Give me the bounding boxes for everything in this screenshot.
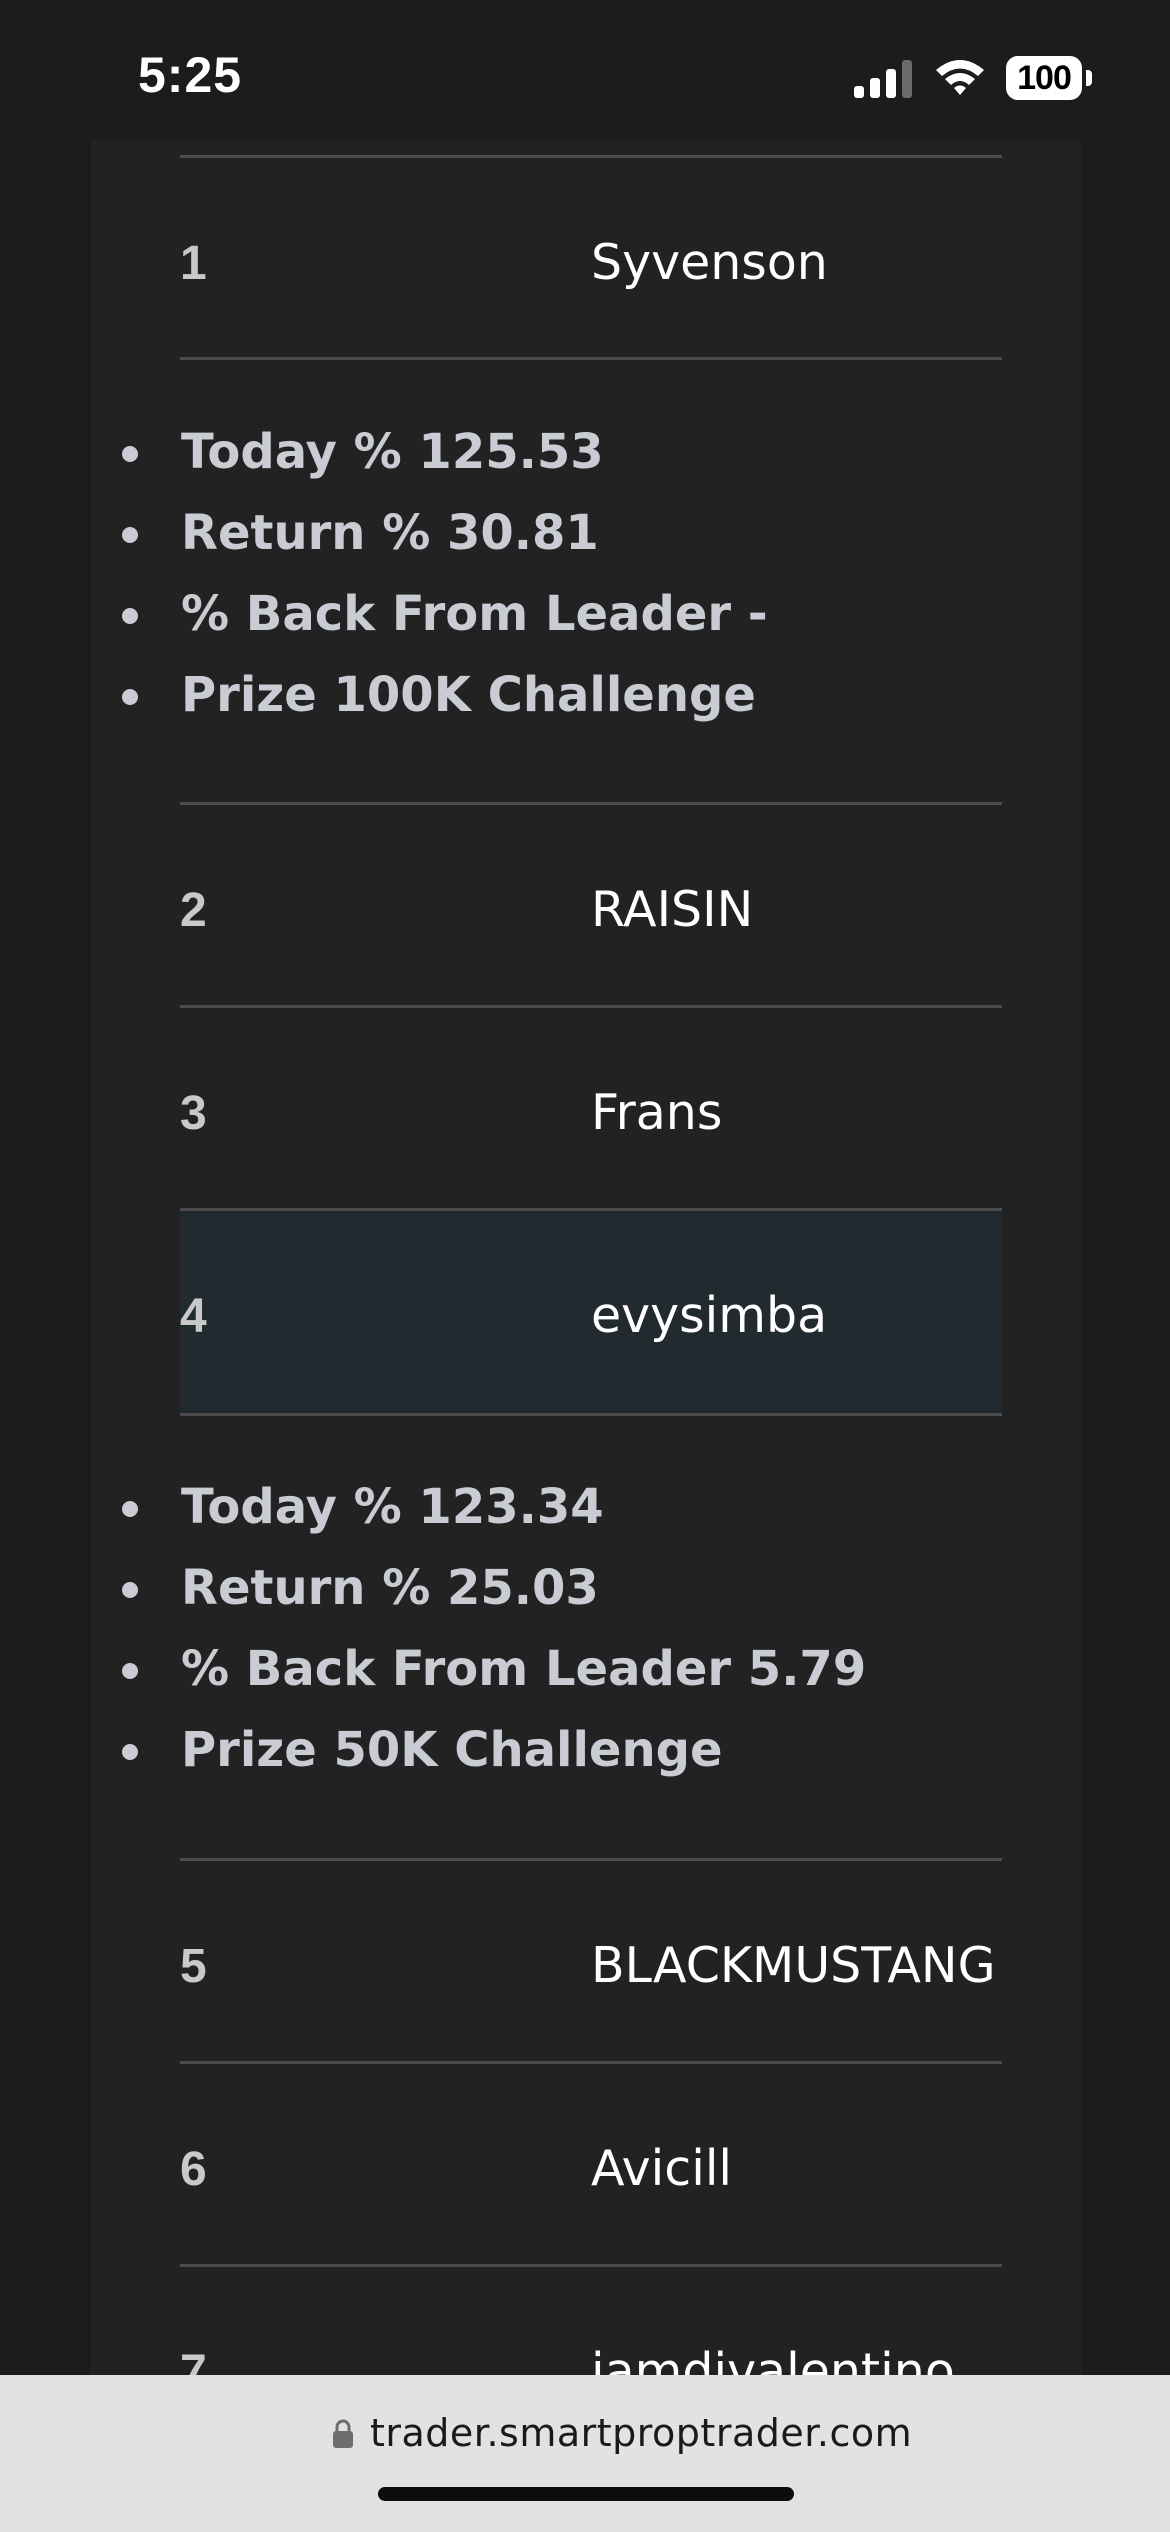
rank-label: 3	[180, 1087, 207, 1140]
signal-icon	[854, 60, 912, 98]
status-bar: 5:25 100	[0, 0, 1170, 140]
leaderboard-row-1[interactable]: 1 Syvenson	[180, 155, 1002, 355]
battery-icon: 100	[1006, 56, 1092, 100]
detail-today: Today % 125.53	[120, 424, 1020, 505]
status-time: 5:25	[138, 47, 243, 103]
battery-level: 100	[1017, 58, 1072, 97]
row-1-details: Today % 125.53 Return % 30.81 % Back Fro…	[120, 424, 1020, 748]
trader-name: BLACKMUSTANG	[591, 1937, 996, 1994]
detail-back-from-leader: % Back From Leader 5.79	[120, 1641, 1020, 1722]
rank-label: 1	[180, 237, 207, 290]
leaderboard-row-6[interactable]: 6 Avicill	[180, 2061, 1002, 2261]
trader-name: evysimba	[591, 1287, 828, 1344]
detail-return: Return % 25.03	[120, 1560, 1020, 1641]
detail-back-from-leader: % Back From Leader -	[120, 586, 1020, 667]
browser-url-bar[interactable]: trader.smartproptrader.com	[0, 2375, 1170, 2532]
detail-prize: Prize 50K Challenge	[120, 1722, 1020, 1803]
detail-return: Return % 30.81	[120, 505, 1020, 586]
trader-name: RAISIN	[591, 881, 754, 938]
rank-label: 6	[180, 2143, 207, 2196]
trader-name: Avicill	[591, 2140, 733, 2197]
trader-name: Frans	[591, 1084, 723, 1141]
leaderboard-row-3[interactable]: 3 Frans	[180, 1005, 1002, 1205]
home-indicator[interactable]	[378, 2487, 794, 2501]
rank-label: 4	[180, 1290, 207, 1343]
rank-label: 5	[180, 1940, 207, 1993]
detail-prize: Prize 100K Challenge	[120, 667, 1020, 748]
row-4-details: Today % 123.34 Return % 25.03 % Back Fro…	[120, 1479, 1020, 1803]
leaderboard-row-4[interactable]: 4 evysimba	[180, 1208, 1002, 1416]
rank-label: 2	[180, 884, 207, 937]
trader-name: Syvenson	[591, 234, 828, 291]
leaderboard-row-5[interactable]: 5 BLACKMUSTANG	[180, 1858, 1002, 2058]
divider	[180, 357, 1002, 360]
leaderboard-row-2[interactable]: 2 RAISIN	[180, 802, 1002, 1002]
wifi-icon	[936, 60, 984, 95]
lock-icon	[333, 2419, 353, 2448]
url-text[interactable]: trader.smartproptrader.com	[370, 2411, 912, 2455]
detail-today: Today % 123.34	[120, 1479, 1020, 1560]
